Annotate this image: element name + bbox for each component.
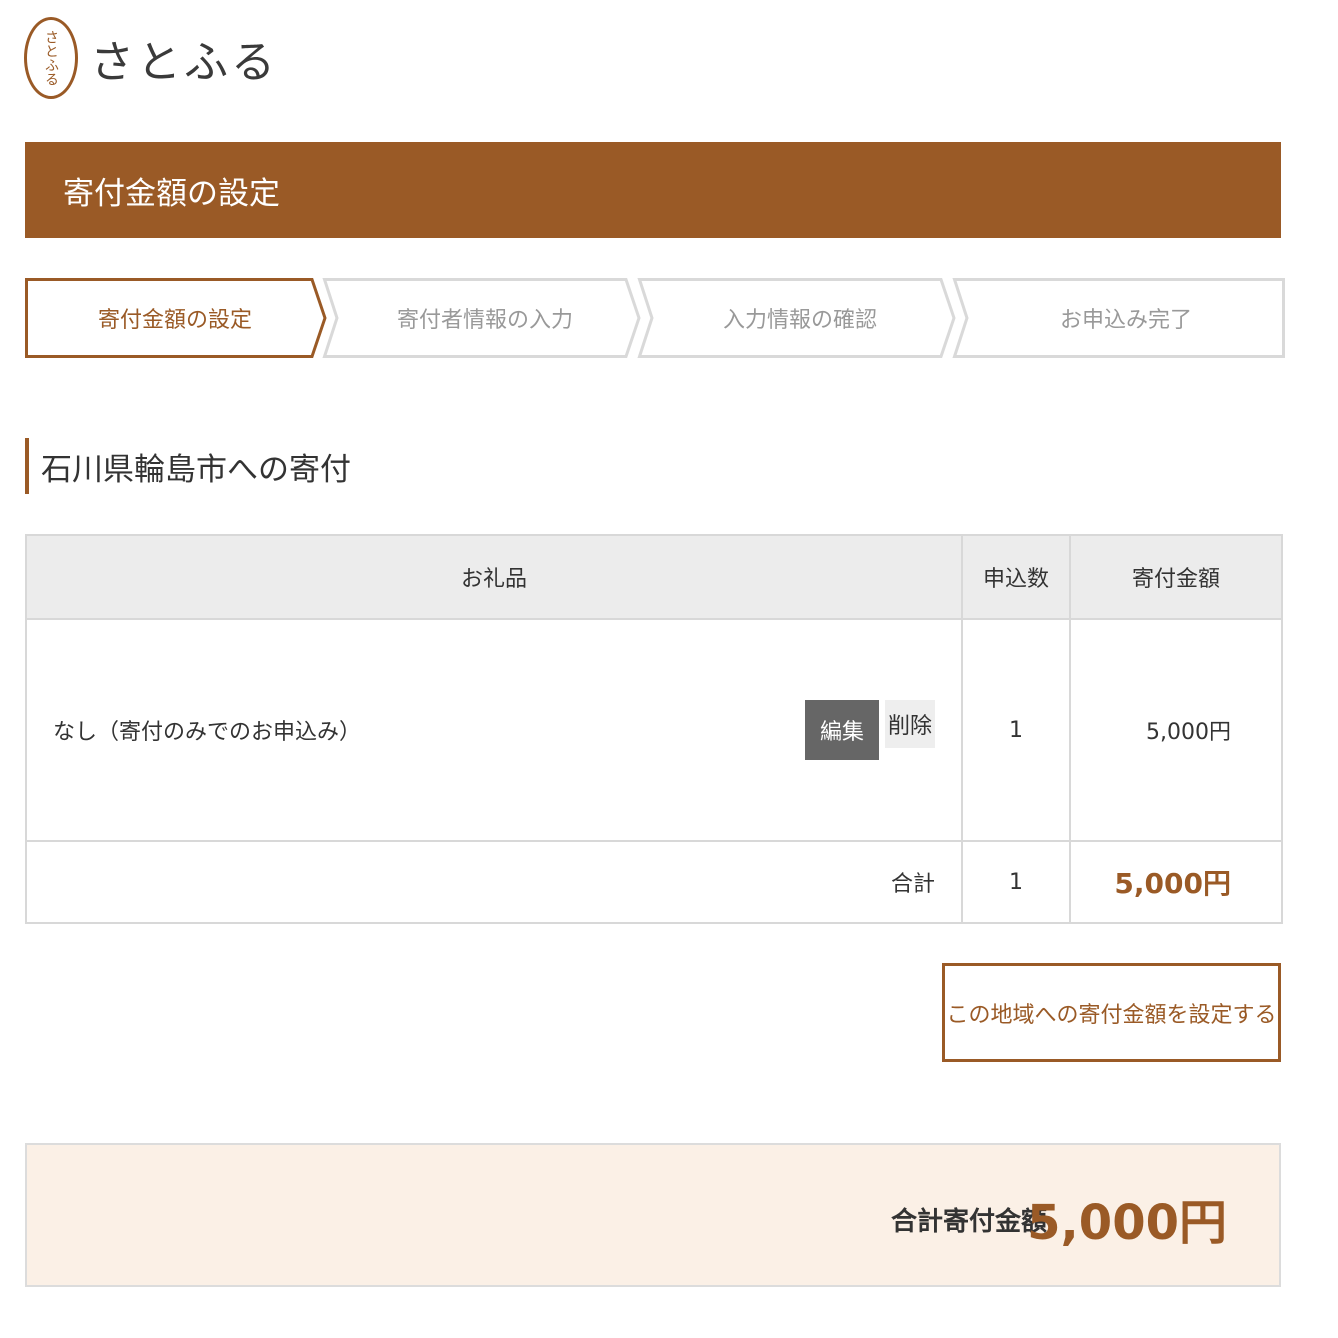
- step-label: お申込み完了: [1059, 308, 1192, 333]
- logo-mark: さとふる: [24, 17, 78, 99]
- quantity-cell: 1: [961, 618, 1071, 842]
- step-complete: お申込み完了: [952, 278, 1285, 358]
- table-header-row: お礼品 申込数 寄付金額: [25, 534, 1283, 620]
- total-label: 合計: [25, 840, 963, 924]
- amount-cell: 5,000円: [1069, 618, 1283, 842]
- delete-button[interactable]: 削除: [885, 700, 935, 748]
- gift-name: なし（寄付のみでのお申込み）: [53, 720, 362, 745]
- section-title: 石川県輪島市への寄付: [25, 438, 351, 494]
- edit-button[interactable]: 編集: [805, 700, 879, 760]
- total-donation-summary: 合計寄付金額 5,000円: [25, 1143, 1281, 1287]
- gift-cell: なし（寄付のみでのお申込み） 編集 削除: [25, 618, 963, 842]
- progress-steps: 寄付金額の設定 寄付者情報の入力 入力情報の確認 お申込み完了: [25, 278, 1285, 358]
- step-label: 寄付金額の設定: [97, 308, 252, 333]
- logo[interactable]: さとふる さとふる: [24, 17, 278, 99]
- logo-text: さとふる: [90, 37, 278, 88]
- table-row: なし（寄付のみでのお申込み） 編集 削除 1 5,000円: [25, 618, 1283, 842]
- step-label: 寄付者情報の入力: [396, 308, 573, 333]
- gift-table: お礼品 申込数 寄付金額 なし（寄付のみでのお申込み） 編集 削除 1 5,00…: [25, 534, 1283, 924]
- set-region-amount-button[interactable]: この地域への寄付金額を設定する: [942, 963, 1281, 1062]
- summary-amount: 5,000円: [1027, 1195, 1227, 1251]
- step-donor-info: 寄付者情報の入力: [322, 278, 641, 358]
- page-title: 寄付金額の設定: [63, 175, 280, 212]
- header-quantity: 申込数: [961, 534, 1071, 620]
- step-donation-amount: 寄付金額の設定: [25, 278, 327, 358]
- total-quantity: 1: [961, 840, 1071, 924]
- total-row: 合計 1 5,000円: [25, 840, 1283, 924]
- header-amount: 寄付金額: [1069, 534, 1283, 620]
- logo-mark-text: さとふる: [43, 30, 59, 86]
- summary-label: 合計寄付金額: [890, 1207, 1047, 1237]
- total-amount: 5,000円: [1069, 840, 1283, 924]
- step-confirm: 入力情報の確認: [637, 278, 956, 358]
- header-gift: お礼品: [25, 534, 963, 620]
- page-title-bar: 寄付金額の設定: [25, 142, 1281, 238]
- step-label: 入力情報の確認: [722, 308, 877, 333]
